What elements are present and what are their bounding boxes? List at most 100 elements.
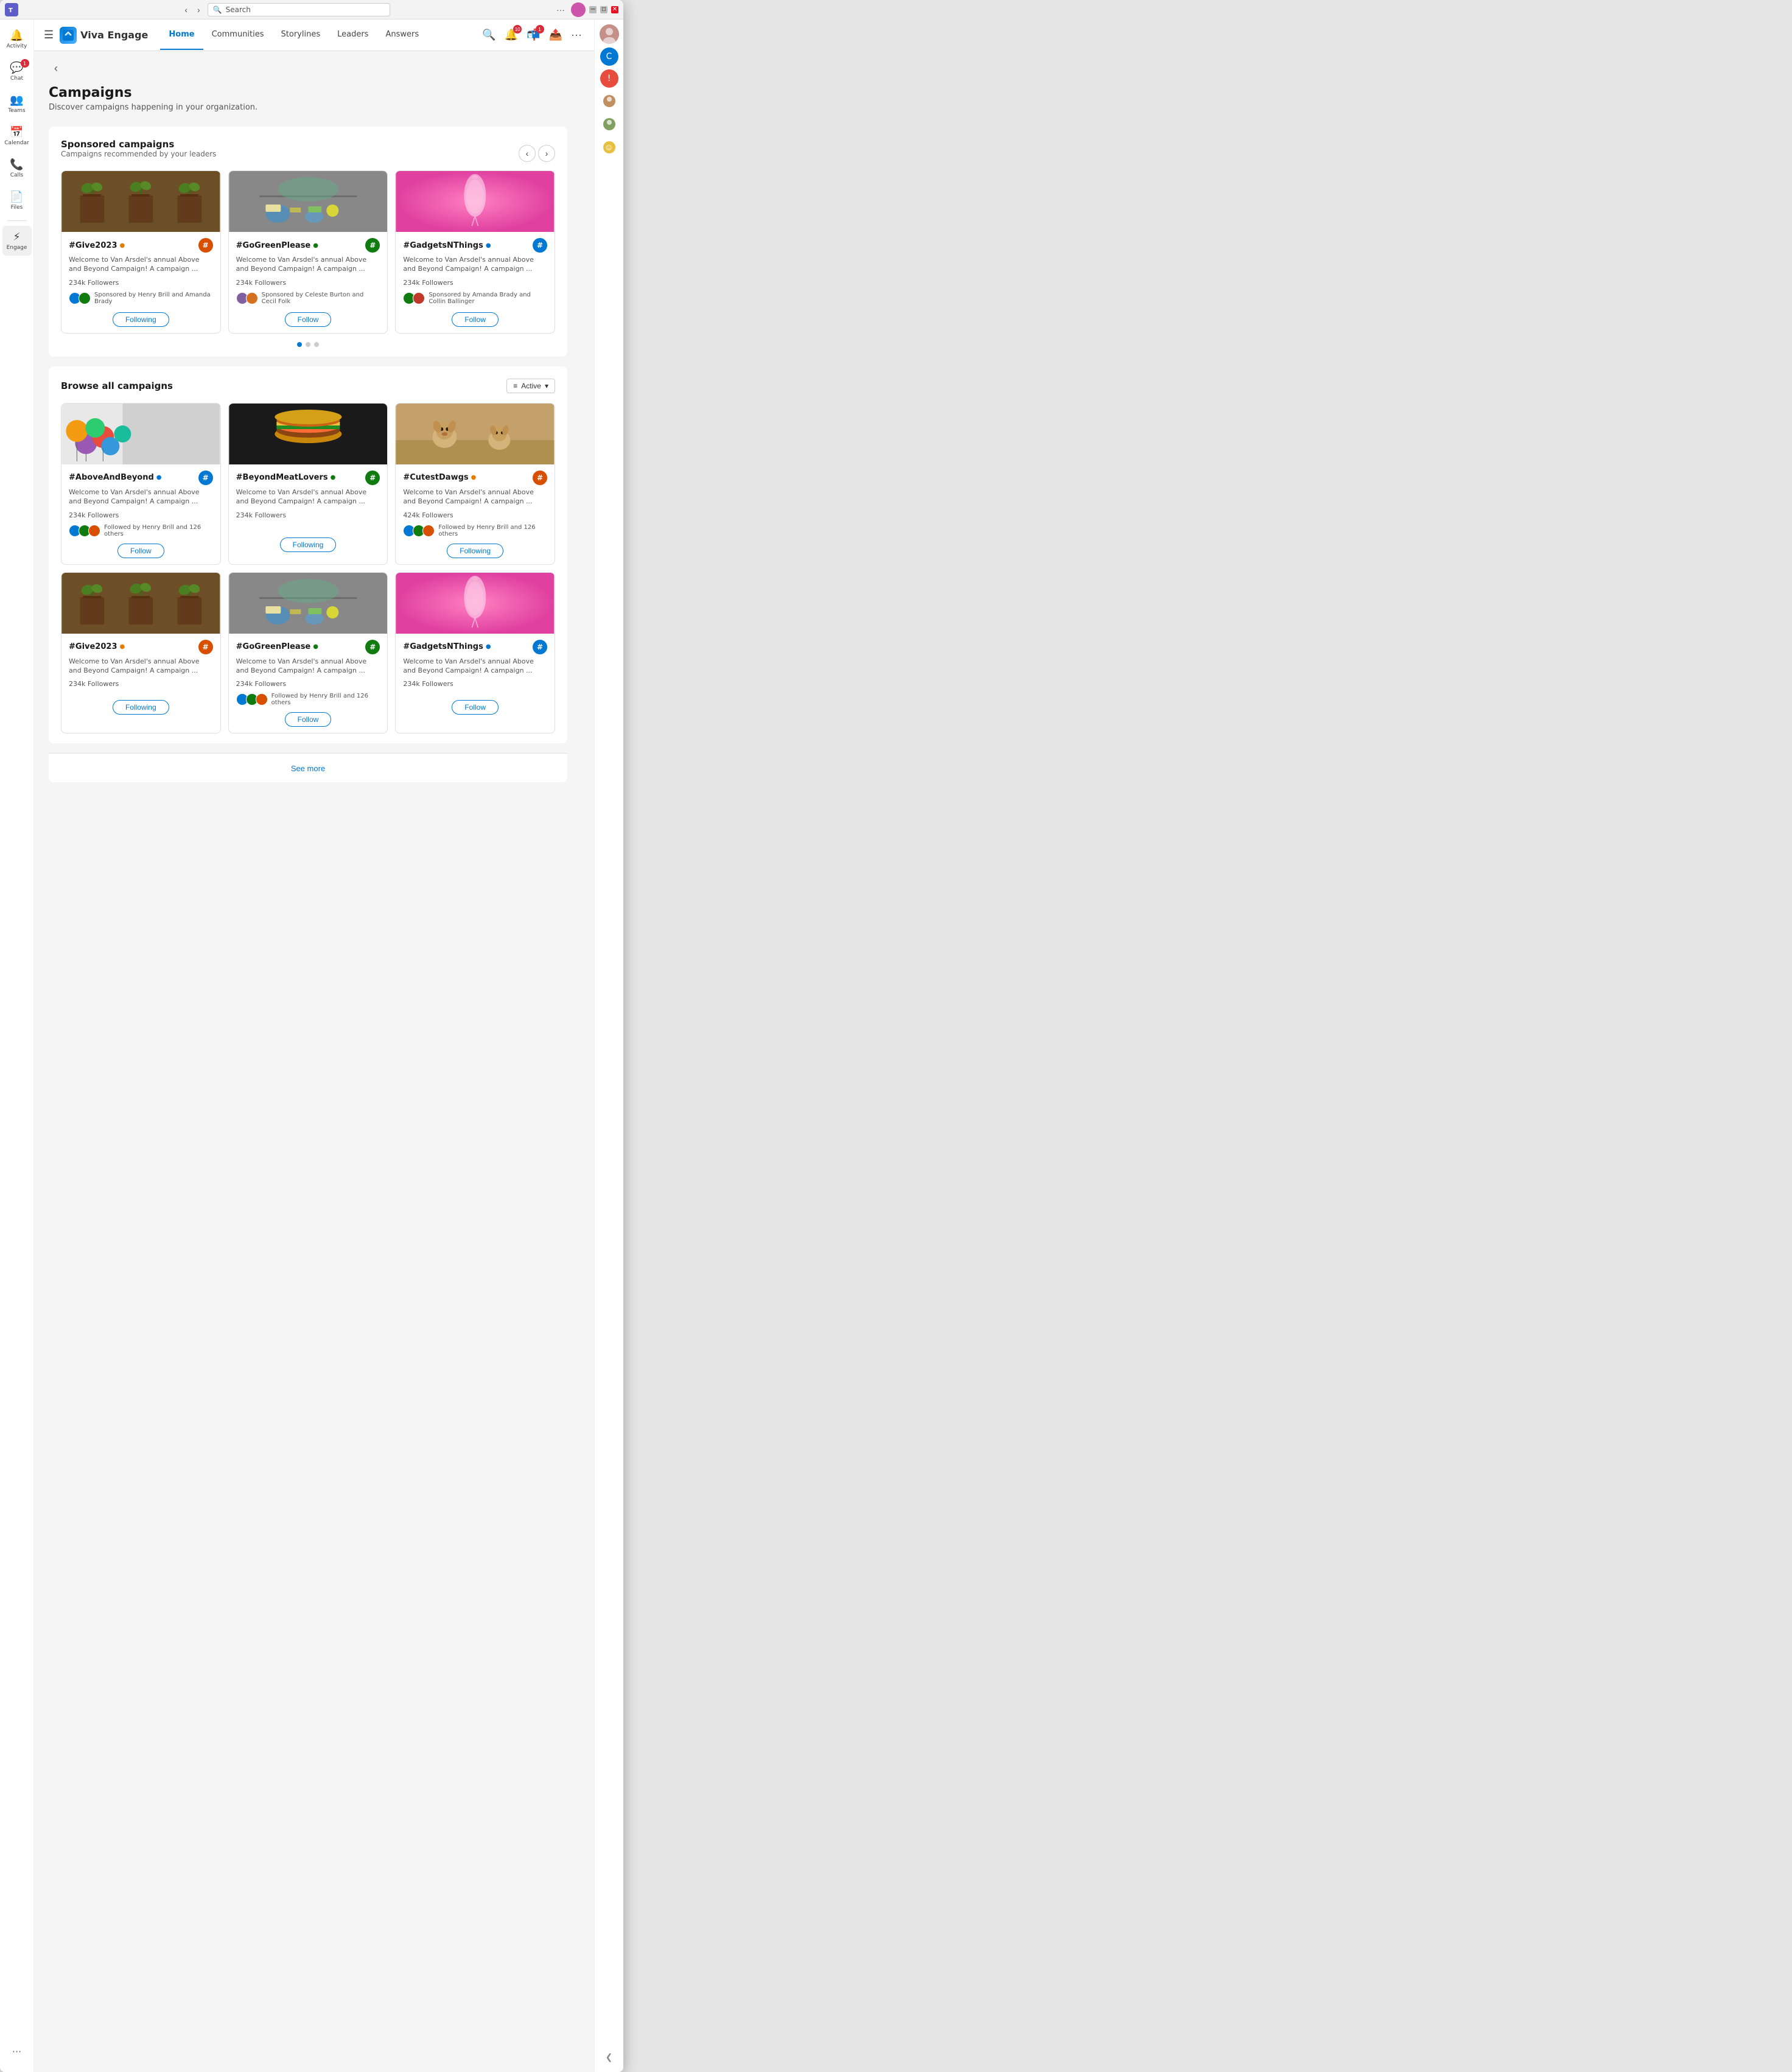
collapse-right-panel-btn[interactable]: ❮ bbox=[600, 2048, 619, 2067]
sidebar-item-files[interactable]: 📄 Files bbox=[2, 186, 32, 215]
verified-icon-beyondmeat: ● bbox=[331, 474, 336, 481]
sponsor-text-gadgets: Sponsored by Amanda Brady and Collin Bal… bbox=[429, 292, 547, 305]
browse-card-gogreenb: #GoGreenPlease ● # Welcome to Van Arsdel… bbox=[228, 572, 388, 734]
sidebar-label-calls: Calls bbox=[10, 172, 24, 178]
card-action-give2023: Following bbox=[69, 311, 213, 327]
sidebar-item-chat[interactable]: 1 💬 Chat bbox=[2, 57, 32, 86]
card-followers-gogreen: 234k Followers bbox=[236, 279, 380, 287]
user-avatar-right[interactable] bbox=[600, 24, 619, 44]
card-image-trash-2 bbox=[229, 573, 388, 634]
card-action-gogreen: Follow bbox=[236, 311, 380, 327]
sponsored-card-gadgets: #GadgetsNThings ● # Welcome to Van Arsde… bbox=[395, 170, 555, 334]
card-desc-gadgetsb: Welcome to Van Arsdel's annual Above and… bbox=[403, 657, 547, 676]
card-action-cutestdawgs: Following bbox=[403, 542, 547, 558]
user-avatar-titlebar[interactable] bbox=[571, 2, 586, 17]
follow-btn-gadgetsb[interactable]: Follow bbox=[452, 700, 499, 715]
card-followers-cutestdawgs: 424k Followers bbox=[403, 511, 547, 519]
follow-btn-gadgets[interactable]: Follow bbox=[452, 312, 499, 327]
sponsored-next-btn[interactable]: › bbox=[538, 145, 555, 162]
card-action-gadgetsb: Follow bbox=[403, 699, 547, 715]
card-body-gogreenb: #GoGreenPlease ● # Welcome to Van Arsdel… bbox=[229, 634, 388, 733]
card-desc-above: Welcome to Van Arsdel's annual Above and… bbox=[69, 488, 213, 506]
back-nav-btn[interactable]: ‹ bbox=[182, 4, 190, 16]
nav-item-storylines[interactable]: Storylines bbox=[273, 20, 329, 50]
sidebar-more-item[interactable]: ··· bbox=[2, 2036, 32, 2067]
card-action-beyondmeat: Following bbox=[236, 536, 380, 552]
nav-item-home[interactable]: Home bbox=[160, 20, 203, 50]
nav-item-answers[interactable]: Answers bbox=[377, 20, 427, 50]
card-title-row-above: #AboveAndBeyond ● # bbox=[69, 471, 213, 485]
card-followers-gadgets: 234k Followers bbox=[403, 279, 547, 287]
dot-1[interactable] bbox=[297, 342, 302, 347]
notifications-btn[interactable]: 🔔 10 bbox=[502, 26, 520, 44]
sidebar-item-activity[interactable]: 🔔 Activity bbox=[2, 24, 32, 54]
verified-icon-gadgetsb: ● bbox=[486, 643, 491, 650]
hamburger-btn[interactable]: ☰ bbox=[44, 29, 54, 41]
files-icon: 📄 bbox=[10, 191, 23, 203]
titlebar-right: ··· ─ □ ✕ bbox=[554, 2, 618, 17]
sidebar-item-engage[interactable]: ⚡ Engage bbox=[2, 226, 32, 256]
restore-btn[interactable]: □ bbox=[600, 6, 607, 13]
verified-icon-give2023: ● bbox=[120, 242, 125, 249]
dot-3[interactable] bbox=[314, 342, 319, 347]
main-scroll[interactable]: ‹ Campaigns Discover campaigns happening… bbox=[34, 51, 594, 2072]
nav-item-communities[interactable]: Communities bbox=[203, 20, 273, 50]
page-subtitle: Discover campaigns happening in your org… bbox=[49, 103, 567, 112]
card-title-row-gadgetsb: #GadgetsNThings ● # bbox=[403, 640, 547, 654]
share-btn[interactable]: 📤 bbox=[547, 26, 565, 44]
search-action-btn[interactable]: 🔍 bbox=[480, 26, 498, 44]
titlebar-more-btn[interactable]: ··· bbox=[554, 4, 567, 16]
viva-logo-icon bbox=[60, 27, 77, 44]
card-followers-give2023: 234k Followers bbox=[69, 279, 213, 287]
card-desc-gadgets: Welcome to Van Arsdel's annual Above and… bbox=[403, 255, 547, 274]
following-btn-cutestdawgs[interactable]: Following bbox=[447, 544, 503, 558]
forward-nav-btn[interactable]: › bbox=[195, 4, 203, 16]
card-body-beyondmeat: #BeyondMeatLovers ● # Welcome to Van Ars… bbox=[229, 464, 388, 558]
filter-icon: ≡ bbox=[513, 382, 517, 390]
card-body-give2023: #Give2023 ● # Welcome to Van Arsdel's an… bbox=[61, 232, 220, 333]
right-icon-2[interactable]: ! bbox=[600, 69, 618, 88]
card-desc-give2023b: Welcome to Van Arsdel's annual Above and… bbox=[69, 657, 213, 676]
follow-btn-above[interactable]: Follow bbox=[117, 544, 164, 558]
card-body-gadgets: #GadgetsNThings ● # Welcome to Van Arsde… bbox=[396, 232, 555, 333]
followed-by-above: Followed by Henry Brill and 126 others bbox=[69, 524, 213, 537]
card-image-dog bbox=[396, 404, 555, 464]
sponsored-prev-btn[interactable]: ‹ bbox=[519, 145, 536, 162]
titlebar: T ‹ › 🔍 Search ··· ─ □ ✕ bbox=[0, 0, 623, 19]
filter-label: Active bbox=[521, 382, 541, 390]
card-body-above: #AboveAndBeyond ● # Welcome to Van Arsde… bbox=[61, 464, 220, 564]
follow-btn-gogreen[interactable]: Follow bbox=[285, 312, 332, 327]
followed-text-above: Followed by Henry Brill and 126 others bbox=[104, 524, 213, 537]
following-btn-give2023b[interactable]: Following bbox=[113, 700, 169, 715]
follow-btn-gogreenb[interactable]: Follow bbox=[285, 712, 332, 727]
titlebar-search[interactable]: 🔍 Search bbox=[208, 3, 390, 16]
back-btn[interactable]: ‹ bbox=[46, 58, 66, 78]
minimize-btn[interactable]: ─ bbox=[589, 6, 597, 13]
sidebar-more-icon: ··· bbox=[7, 2041, 26, 2062]
sidebar-item-calendar[interactable]: 📅 Calendar bbox=[2, 121, 32, 151]
see-more-btn[interactable]: See more bbox=[291, 764, 325, 773]
right-icon-5[interactable]: ☺ bbox=[600, 138, 619, 157]
dot-2[interactable] bbox=[306, 342, 310, 347]
card-body-cutestdawgs: #CutestDawgs ● # Welcome to Van Arsdel's… bbox=[396, 464, 555, 564]
card-body-give2023b: #Give2023 ● # Welcome to Van Arsdel's an… bbox=[61, 634, 220, 721]
nav-item-leaders[interactable]: Leaders bbox=[329, 20, 377, 50]
notifications-badge: 10 bbox=[513, 25, 522, 33]
sidebar-item-teams[interactable]: 👥 Teams bbox=[2, 89, 32, 119]
sidebar-item-calls[interactable]: 📞 Calls bbox=[2, 153, 32, 183]
card-title-row-give2023b: #Give2023 ● # bbox=[69, 640, 213, 654]
right-icon-3[interactable] bbox=[600, 91, 619, 111]
more-actions-btn[interactable]: ··· bbox=[569, 26, 584, 44]
card-desc-gogreen: Welcome to Van Arsdel's annual Above and… bbox=[236, 255, 380, 274]
card-sponsored-gogreen: Sponsored by Celeste Burton and Cecil Fo… bbox=[236, 292, 380, 305]
card-title-gogreenb: #GoGreenPlease ● bbox=[236, 642, 318, 651]
right-icon-4[interactable] bbox=[600, 114, 619, 134]
verified-icon-gogreen: ● bbox=[313, 242, 318, 249]
right-icon-1[interactable]: C bbox=[600, 47, 618, 66]
following-btn-give2023[interactable]: Following bbox=[113, 312, 169, 327]
close-btn[interactable]: ✕ bbox=[611, 6, 618, 13]
following-btn-beyondmeat[interactable]: Following bbox=[280, 537, 337, 552]
active-filter-btn[interactable]: ≡ Active ▾ bbox=[506, 379, 555, 393]
mail-btn[interactable]: 📬 1 bbox=[524, 26, 542, 44]
sidebar-label-calendar: Calendar bbox=[4, 140, 29, 146]
